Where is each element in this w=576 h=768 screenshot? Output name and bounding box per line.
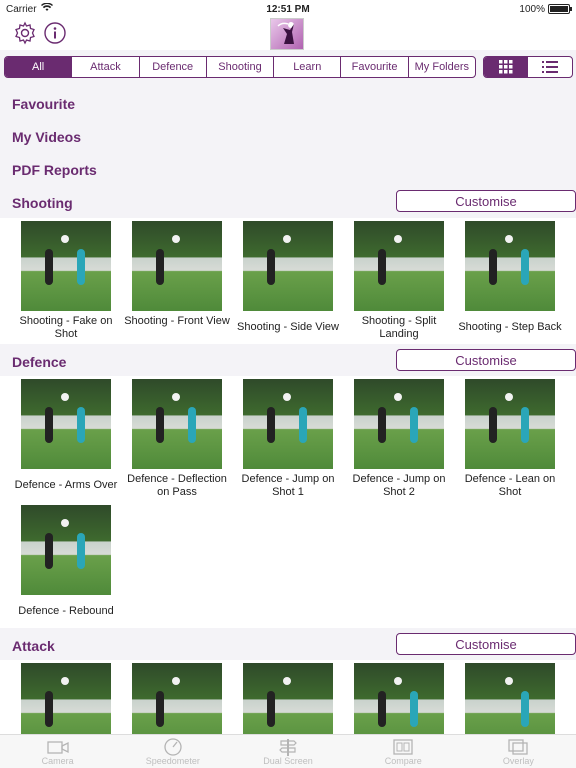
film-icon	[393, 739, 413, 755]
my-videos-link[interactable]: My Videos	[12, 129, 81, 145]
attack-grid	[0, 660, 576, 734]
section-title-shooting: Shooting	[12, 195, 73, 211]
video-caption: Shooting - Split Landing	[361, 315, 437, 340]
video-item[interactable]	[11, 663, 121, 734]
video-item[interactable]: Defence - Deflection on Pass	[122, 379, 232, 499]
tab-learn[interactable]: Learn	[274, 57, 342, 77]
tab-label: Compare	[384, 756, 422, 766]
tab-label: Speedometer	[145, 756, 200, 766]
carrier-label: Carrier	[6, 3, 37, 15]
tab-all[interactable]: All	[5, 57, 73, 77]
list-icon	[542, 61, 558, 73]
info-icon[interactable]	[42, 20, 68, 46]
tab-label: Camera	[41, 756, 74, 766]
overlay-icon	[508, 739, 529, 755]
video-item[interactable]	[233, 663, 343, 734]
video-caption: Defence - Jump on Shot 1	[241, 473, 335, 498]
customise-button-defence[interactable]: Customise	[396, 349, 576, 371]
tab-attack[interactable]: Attack	[72, 57, 140, 77]
video-item[interactable]: Defence - Jump on Shot 1	[233, 379, 343, 499]
tab-shooting[interactable]: Shooting	[207, 57, 275, 77]
tab-camera[interactable]: Camera	[0, 735, 115, 768]
list-view-button[interactable]	[528, 57, 572, 77]
video-caption: Shooting - Front View	[124, 315, 230, 327]
video-item[interactable]: Shooting - Split Landing	[344, 221, 454, 341]
grid-view-button[interactable]	[484, 57, 528, 77]
video-thumbnail	[21, 663, 111, 734]
video-item[interactable]: Defence - Rebound	[11, 505, 121, 618]
speedometer-icon	[164, 738, 182, 756]
section-title-attack: Attack	[12, 638, 55, 654]
top-bar	[0, 18, 576, 50]
tab-favourite[interactable]: Favourite	[341, 57, 409, 77]
video-caption: Defence - Rebound	[18, 605, 114, 617]
video-item[interactable]	[122, 663, 232, 734]
video-caption: Shooting - Side View	[237, 321, 339, 333]
video-thumbnail	[465, 663, 555, 734]
video-item[interactable]: Defence - Lean on Shot	[455, 379, 565, 499]
video-item[interactable]	[344, 663, 454, 734]
video-thumbnail	[21, 505, 111, 595]
video-caption: Shooting - Step Back	[458, 321, 562, 333]
bottom-tab-bar: Camera Speedometer Dual Screen Compare O…	[0, 734, 576, 768]
grid-icon	[499, 60, 513, 74]
tab-label: Overlay	[502, 756, 534, 766]
video-item[interactable]: Shooting - Fake on Shot	[11, 221, 121, 341]
shooting-grid: Shooting - Fake on Shot Shooting - Front…	[0, 218, 576, 344]
video-caption: Defence - Lean on Shot	[464, 473, 556, 498]
video-thumbnail	[21, 221, 111, 311]
pdf-reports-link[interactable]: PDF Reports	[12, 162, 97, 178]
video-item[interactable]: Defence - Arms Over	[11, 379, 121, 492]
view-toggle	[483, 56, 573, 78]
video-thumbnail	[354, 221, 444, 311]
video-thumbnail	[354, 379, 444, 469]
section-title-defence: Defence	[12, 354, 67, 370]
tab-defence[interactable]: Defence	[140, 57, 207, 77]
tab-dual-screen[interactable]: Dual Screen	[230, 735, 345, 768]
video-thumbnail	[465, 221, 555, 311]
battery-percent: 100%	[519, 3, 545, 15]
video-caption: Shooting - Fake on Shot	[19, 315, 113, 340]
video-thumbnail	[132, 663, 222, 734]
video-item[interactable]	[455, 663, 565, 734]
video-thumbnail	[243, 663, 333, 734]
customise-button-shooting[interactable]: Customise	[396, 190, 576, 212]
tab-overlay[interactable]: Overlay	[461, 735, 576, 768]
favourite-link[interactable]: Favourite	[12, 96, 75, 112]
video-item[interactable]: Shooting - Front View	[122, 221, 232, 328]
gear-icon[interactable]	[12, 20, 38, 46]
app-logo	[270, 18, 304, 50]
video-item[interactable]: Shooting - Step Back	[455, 221, 565, 334]
video-camera-icon	[46, 741, 69, 754]
video-thumbnail	[21, 379, 111, 469]
status-bar: Carrier 12:51 PM 100%	[0, 0, 576, 18]
video-thumbnail	[243, 221, 333, 311]
video-thumbnail	[465, 379, 555, 469]
video-thumbnail	[132, 379, 222, 469]
video-thumbnail	[354, 663, 444, 734]
video-caption: Defence - Deflection on Pass	[127, 473, 227, 498]
video-item[interactable]: Shooting - Side View	[233, 221, 343, 334]
tab-label: Dual Screen	[263, 756, 313, 766]
defence-grid: Defence - Arms Over Defence - Deflection…	[0, 376, 576, 628]
filter-tabs: All Attack Defence Shooting Learn Favour…	[4, 56, 476, 78]
wifi-icon	[40, 2, 53, 15]
battery-icon	[548, 4, 572, 14]
tab-compare[interactable]: Compare	[346, 735, 461, 768]
video-thumbnail	[243, 379, 333, 469]
video-thumbnail	[132, 221, 222, 311]
signpost-icon	[279, 739, 297, 756]
clock: 12:51 PM	[266, 3, 310, 15]
tab-speedometer[interactable]: Speedometer	[115, 735, 230, 768]
video-caption: Defence - Arms Over	[14, 479, 118, 491]
video-caption: Defence - Jump on Shot 2	[352, 473, 446, 498]
video-item[interactable]: Defence - Jump on Shot 2	[344, 379, 454, 499]
customise-button-attack[interactable]: Customise	[396, 633, 576, 655]
tab-my-folders[interactable]: My Folders	[409, 57, 475, 77]
